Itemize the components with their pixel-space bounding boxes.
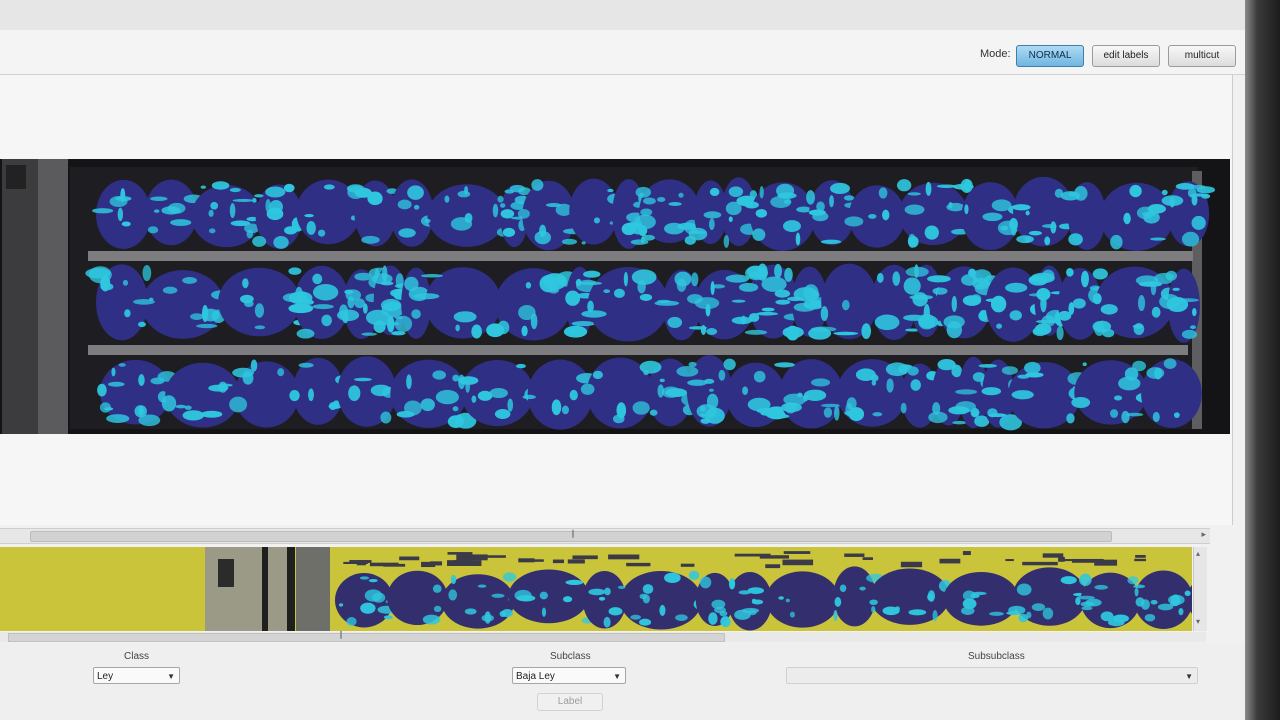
- class-label: Class: [124, 651, 150, 662]
- subsubclass-label: Subsubclass: [968, 651, 1025, 662]
- subsubclass-dropdown[interactable]: ▼: [786, 667, 1198, 684]
- scroll-down-arrow-icon[interactable]: ▾: [1196, 617, 1200, 626]
- preview-scrollbar-thumb[interactable]: ∥: [8, 630, 725, 642]
- classification-preview[interactable]: [0, 547, 1192, 631]
- mode-toolbar: Mode: NORMAL edit labels multicut: [0, 30, 1245, 75]
- monitor-bezel: [1245, 0, 1280, 720]
- subclass-dropdown[interactable]: Baja Ley ▼: [512, 667, 626, 684]
- class-value: Ley: [97, 671, 114, 682]
- chevron-down-icon: ▼: [167, 672, 175, 681]
- horizontal-scrollbar[interactable]: ∥ ▸: [0, 528, 1210, 544]
- preview-vertical-scrollbar[interactable]: ▴ ▾: [1193, 547, 1207, 631]
- preview-scrollbar-grip: ∥: [339, 630, 343, 639]
- scrollbar-grip: ∥: [571, 529, 575, 538]
- chevron-down-icon: ▼: [613, 672, 621, 681]
- mode-normal-button[interactable]: NORMAL: [1016, 45, 1084, 67]
- tray-divider-1: [88, 251, 1193, 261]
- subclass-label: Subclass: [550, 651, 591, 662]
- chevron-down-icon: ▼: [1185, 672, 1193, 681]
- scrollbar-thumb[interactable]: ∥: [30, 529, 1112, 542]
- core-tray-image[interactable]: [0, 159, 1230, 434]
- image-view-panel: [0, 75, 1233, 525]
- scroll-right-arrow-icon[interactable]: ▸: [1201, 529, 1206, 540]
- tray-clip: [6, 165, 26, 189]
- mode-label: Mode:: [980, 48, 1011, 60]
- core-tray-svg: [0, 159, 1230, 434]
- tray-left-bracket: [2, 159, 38, 434]
- class-dropdown[interactable]: Ley ▼: [93, 667, 180, 684]
- scroll-up-arrow-icon[interactable]: ▴: [1196, 549, 1200, 558]
- preview-horizontal-scrollbar[interactable]: ∥: [0, 630, 1206, 642]
- title-bar: [0, 0, 1245, 31]
- label-button[interactable]: Label: [537, 693, 603, 711]
- subclass-value: Baja Ley: [516, 671, 555, 682]
- mode-multicut-button[interactable]: multicut: [1168, 45, 1236, 67]
- labeling-panel: Class Ley ▼ Subclass Baja Ley ▼ Subsubcl…: [0, 643, 1245, 720]
- tray-divider-2: [88, 345, 1188, 355]
- application-window: Mode: NORMAL edit labels multicut ∥ ▸ ▴ …: [0, 0, 1245, 720]
- preview-svg: [0, 547, 1192, 631]
- core-samples: [85, 176, 1216, 431]
- mode-edit-labels-button[interactable]: edit labels: [1092, 45, 1160, 67]
